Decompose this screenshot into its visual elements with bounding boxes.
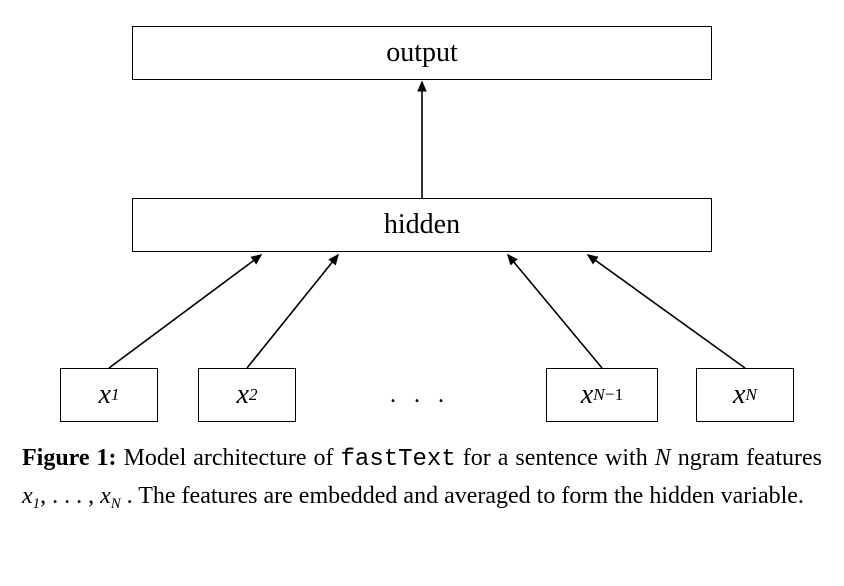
- caption-after-list: . The features are embedded and averaged…: [121, 483, 804, 509]
- output-label: output: [386, 37, 458, 69]
- input-xN: xN: [696, 368, 794, 422]
- ellipsis-text: . . .: [390, 382, 450, 409]
- input-xNm1: xN−1: [546, 368, 658, 422]
- caption-post-code-1: for a sentence with: [456, 445, 655, 471]
- caption-list-sep: , . . . ,: [40, 483, 100, 509]
- input-xN-base: x: [733, 379, 745, 411]
- caption-pre-code: Model architecture of: [117, 445, 341, 471]
- input-xNm1-sub-op: −: [605, 385, 615, 404]
- input-xN-sub: N: [745, 385, 757, 405]
- figure-caption: Figure 1: Model architecture of fastText…: [20, 440, 824, 516]
- hidden-node: hidden: [132, 198, 712, 252]
- input-x1: x1: [60, 368, 158, 422]
- input-ellipsis: . . .: [370, 368, 470, 422]
- architecture-diagram: output hidden x1 x2 . . . xN−1 xN: [20, 16, 824, 426]
- caption-sub1: 1: [33, 496, 40, 512]
- input-x2-sub: 2: [249, 385, 258, 405]
- caption-x-last: x: [100, 483, 111, 509]
- hidden-label: hidden: [384, 209, 460, 241]
- input-xNm1-base: x: [581, 379, 593, 411]
- input-x1-base: x: [98, 379, 110, 411]
- output-node: output: [132, 26, 712, 80]
- input-x1-sub: 1: [111, 385, 120, 405]
- caption-x-first: x: [22, 483, 33, 509]
- caption-N: N: [655, 445, 671, 471]
- figure-label: Figure 1:: [22, 445, 117, 471]
- caption-code: fastText: [341, 446, 456, 473]
- figure-page: output hidden x1 x2 . . . xN−1 xN: [0, 0, 844, 586]
- input-x2: x2: [198, 368, 296, 422]
- caption-post-N: ngram features: [671, 445, 822, 471]
- caption-subN: N: [111, 496, 121, 512]
- input-x2-base: x: [236, 379, 248, 411]
- input-xNm1-sub-lhs: N: [593, 385, 605, 404]
- input-xNm1-sub: N−1: [593, 385, 623, 405]
- input-xNm1-sub-rhs: 1: [615, 385, 624, 404]
